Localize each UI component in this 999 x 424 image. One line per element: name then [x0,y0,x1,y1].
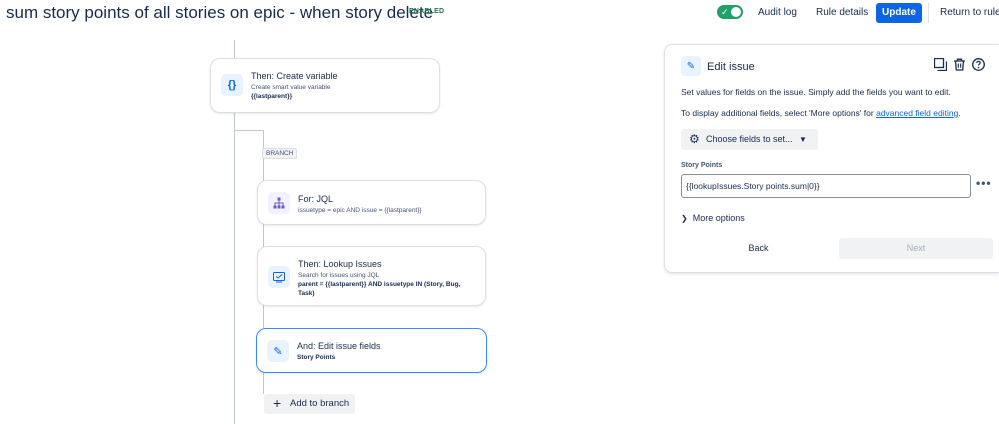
connector-line [234,113,235,424]
plus-icon: + [273,395,282,411]
more-options-label: More options [692,213,745,223]
card-value: {{lastparent}} [251,93,293,100]
status-badge: ENABLED [409,8,445,15]
rule-title: sum story points of all stories on epic … [6,3,434,22]
story-points-input[interactable]: {{lookupIssues.Story points.sum|0}} [681,174,971,198]
check-icon: ✓ [721,7,729,17]
more-options-toggle[interactable]: ❯ More options [681,213,745,223]
chevron-down-icon: ▼ [799,135,807,144]
toggle-knob [731,7,741,17]
for-jql-card[interactable]: For: JQL issuetype = epic AND issue = {{… [257,180,486,225]
edit-issue-fields-card[interactable]: ✎ And: Edit issue fields Story Points [256,328,487,373]
gear-icon: ⚙ [689,132,700,146]
choose-fields-button[interactable]: ⚙ Choose fields to set... ▼ [681,129,818,150]
card-subtitle: Search for issues using JQL [298,272,380,279]
variable-braces-icon: {} [221,74,243,96]
rule-details-button[interactable]: Rule details [816,3,868,23]
card-query: parent = {{lastparent}} AND issuetype IN… [298,281,461,297]
card-title: For: JQL [298,194,334,204]
edit-issue-panel: ✎ Edit issue Set values for fields on th… [664,44,999,273]
next-button[interactable]: Next [839,238,993,259]
card-title: And: Edit issue fields [297,341,381,351]
update-button[interactable]: Update [876,3,922,23]
story-points-label: Story Points [681,162,723,169]
help-icon[interactable] [972,58,985,74]
card-subtitle: Story Points [297,354,336,361]
panel-hint: To display additional fields, select 'Mo… [681,108,961,118]
connector-line [234,130,264,131]
duplicate-icon[interactable] [933,57,948,74]
add-to-branch-button[interactable]: + Add to branch [264,394,355,414]
card-subtitle: issuetype = epic AND issue = {{lastparen… [298,207,422,214]
panel-description: Set values for fields on the issue. Simp… [681,87,951,97]
card-title: Then: Lookup Issues [298,259,382,269]
chevron-right-icon: ❯ [681,214,688,223]
header-divider [928,3,929,23]
lookup-icon [268,266,290,288]
choose-fields-label: Choose fields to set... [706,134,793,144]
lookup-issues-card[interactable]: Then: Lookup Issues Search for issues us… [257,246,486,306]
advanced-field-editing-link[interactable]: advanced field editing [876,108,958,118]
hint-suffix: . [958,108,961,118]
card-title: Then: Create variable [251,71,338,81]
branch-label: BRANCH [262,148,298,159]
pencil-icon: ✎ [681,56,701,76]
more-actions-icon[interactable]: ••• [976,176,992,190]
pencil-icon: ✎ [267,340,289,362]
panel-title: Edit issue [707,61,755,73]
add-to-branch-label: Add to branch [290,398,350,409]
card-subtitle: Create smart value variable [251,84,331,91]
create-variable-card[interactable]: {} Then: Create variable Create smart va… [210,58,440,113]
hint-text: To display additional fields, select 'Mo… [681,108,877,118]
back-button[interactable]: Back [681,238,836,259]
delete-icon[interactable] [953,58,966,74]
connector-line [234,40,235,58]
return-to-rules-button[interactable]: Return to rules [940,3,999,23]
hierarchy-icon [268,192,290,214]
panel-actions [933,57,985,74]
audit-log-button[interactable]: Audit log [758,3,797,23]
rule-enabled-toggle[interactable]: ✓ [717,5,743,19]
